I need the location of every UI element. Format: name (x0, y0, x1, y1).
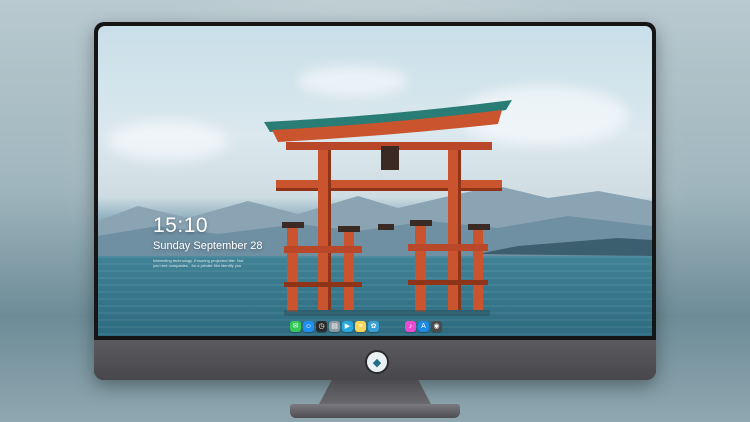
torii-gate (264, 100, 512, 316)
lock-screen-clock: 15:10 (153, 214, 209, 237)
monitor-stand-base (290, 404, 460, 418)
notice-line: you rent companies - for a private film … (153, 263, 242, 268)
finder-icon[interactable]: ☺ (303, 320, 314, 332)
desktop-screen: 15:10 Sunday September 28 Interesting te… (98, 26, 652, 336)
app-store-icon[interactable]: A (418, 320, 429, 332)
monitor: 15:10 Sunday September 28 Interesting te… (94, 22, 656, 380)
cloud (108, 121, 228, 161)
messages-icon[interactable]: ✉ (290, 320, 301, 332)
claquette-icon[interactable]: ▶ (342, 320, 353, 332)
lock-screen-notice: Interesting technology. Ensuring project… (153, 258, 263, 268)
notes-icon[interactable]: ≡ (355, 320, 366, 332)
lock-screen-date: Sunday September 28 (153, 240, 263, 252)
camera-icon[interactable]: ◉ (431, 320, 442, 332)
photos-icon[interactable]: ✿ (368, 320, 379, 332)
preview-icon[interactable]: ▤ (329, 320, 340, 332)
clock-icon[interactable]: ◷ (316, 320, 327, 332)
music-icon[interactable]: ♪ (405, 320, 416, 332)
monitor-stand (318, 380, 432, 406)
brand-logo-icon: ◆ (365, 350, 389, 374)
dock: ✉ ☺ ◷ ▤ ▶ ≡ ✿ ♪ A ◉ (290, 320, 442, 332)
cloud (298, 66, 408, 96)
monitor-chin: ◆ (94, 340, 656, 380)
